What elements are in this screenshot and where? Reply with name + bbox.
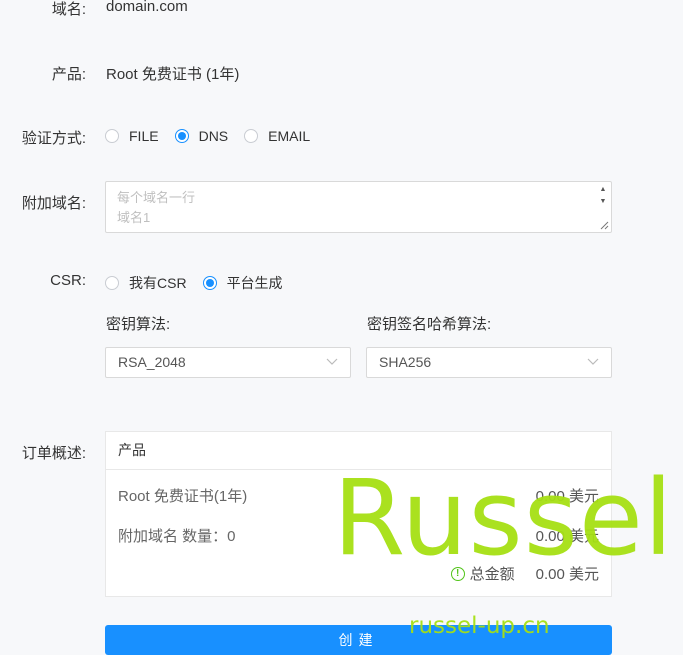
resize-handle-icon[interactable] xyxy=(600,221,609,230)
watermark-logo: Russel xyxy=(333,457,674,579)
key-algo-label: 密钥算法: xyxy=(106,316,171,333)
extra-domains-label: 附加域名: xyxy=(21,195,86,212)
domain-value: domain.com xyxy=(106,0,188,15)
radio-circle[interactable] xyxy=(105,129,119,143)
order-row-name: 附加域名 数量：0 xyxy=(118,528,236,545)
verify-file-radio[interactable]: FILE xyxy=(105,128,159,144)
scroll-arrows-icon[interactable]: ▲ ▼ xyxy=(597,184,609,208)
placeholder-line-2: 域名1 xyxy=(117,210,151,225)
domain-label: 域名: xyxy=(51,1,86,18)
verify-method-radio-group: FILE DNS EMAIL xyxy=(105,128,326,144)
verify-email-label: EMAIL xyxy=(268,128,311,144)
chevron-down-icon xyxy=(587,358,599,365)
hash-algo-label: 密钥签名哈希算法: xyxy=(367,316,492,333)
hash-algo-select[interactable]: SHA256 xyxy=(366,347,612,378)
order-summary-label: 订单概述: xyxy=(21,445,86,462)
csr-platform-label: 平台生成 xyxy=(226,275,283,291)
radio-circle[interactable] xyxy=(244,129,259,143)
radio-circle-checked[interactable] xyxy=(202,276,217,290)
verify-dns-label: DNS xyxy=(198,128,229,144)
product-value: Root 免费证书 (1年) xyxy=(106,66,240,83)
csr-label: CSR: xyxy=(50,272,86,289)
verify-email-radio[interactable]: EMAIL xyxy=(244,128,310,144)
key-algo-select[interactable]: RSA_2048 xyxy=(105,347,351,378)
placeholder-line-1: 每个域名一行 xyxy=(117,190,196,205)
csr-own-radio[interactable]: 我有CSR xyxy=(105,273,187,293)
product-label: 产品: xyxy=(51,66,86,83)
csr-platform-radio[interactable]: 平台生成 xyxy=(202,273,283,293)
verify-file-label: FILE xyxy=(129,128,159,144)
watermark-url: russel-up.cn xyxy=(409,613,550,639)
csr-own-label: 我有CSR xyxy=(129,275,187,291)
hash-algo-value: SHA256 xyxy=(379,354,432,370)
radio-circle[interactable] xyxy=(105,276,119,290)
extra-domains-textarea[interactable]: 每个域名一行 域名1 ▲ ▼ xyxy=(105,181,612,233)
radio-circle-checked[interactable] xyxy=(174,129,189,143)
verify-method-label: 验证方式: xyxy=(21,130,86,147)
key-algo-value: RSA_2048 xyxy=(118,354,186,370)
chevron-down-icon xyxy=(326,358,338,365)
order-row-name: Root 免费证书(1年) xyxy=(118,488,248,505)
csr-radio-group: 我有CSR 平台生成 xyxy=(105,273,299,293)
verify-dns-radio[interactable]: DNS xyxy=(174,128,229,144)
